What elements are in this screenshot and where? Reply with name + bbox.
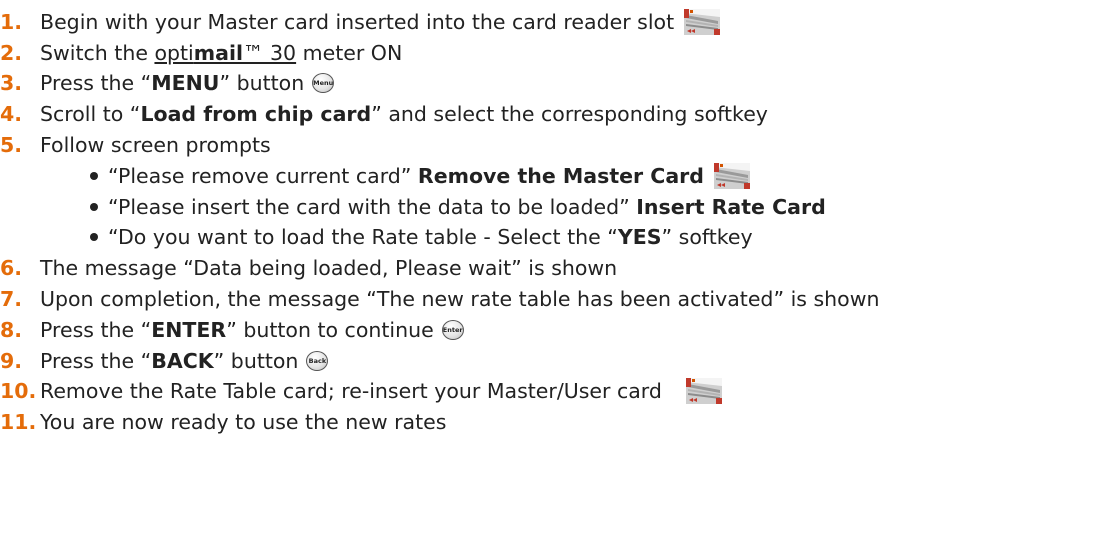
step-11: 11. You are now ready to use the new rat…: [0, 407, 446, 437]
step-key-label: MENU: [151, 71, 220, 95]
step-key-label: ENTER: [151, 318, 227, 342]
product-name: optimail™ 30: [154, 41, 296, 65]
enter-button-icon: Enter: [441, 320, 464, 340]
product-name-prefix: opti: [154, 41, 194, 65]
step-text: Press the “: [40, 318, 152, 342]
step-text: Scroll to “: [40, 102, 141, 126]
step-text: Upon completion, the message “The new ra…: [40, 287, 880, 311]
step-text: Follow screen prompts: [40, 133, 271, 157]
step-text: The message “Data being loaded, Please w…: [40, 256, 618, 280]
back-button-icon: Back: [306, 351, 329, 371]
prompt-action: Remove the Master Card: [417, 164, 704, 188]
prompt-text: “Please remove current card”: [108, 164, 418, 188]
step-number: 2.: [0, 41, 23, 65]
step-1: 1. Begin with your Master card inserted …: [0, 7, 720, 37]
card-icon: [686, 378, 722, 404]
step-number: 4.: [0, 102, 23, 126]
step-number: 7.: [0, 287, 23, 311]
step-number: 11.: [0, 410, 37, 434]
prompt-3: “Do you want to load the Rate table - Se…: [90, 222, 753, 252]
menu-button-icon: Menu: [312, 73, 335, 93]
step-text: You are now ready to use the new rates: [40, 410, 447, 434]
prompt-1: “Please remove current card” Remove the …: [90, 161, 750, 191]
bullet: [90, 233, 98, 241]
step-text: Press the “: [40, 349, 152, 373]
step-text-end: ” and select the corresponding softkey: [371, 102, 768, 126]
step-text-end: ” button to continue: [226, 318, 434, 342]
step-2: 2. Switch the optimail™ 30 meter ON: [0, 38, 402, 68]
prompt-2: “Please insert the card with the data to…: [90, 192, 826, 222]
step-text-end: ” button: [219, 71, 305, 95]
step-7: 7. Upon completion, the message “The new…: [0, 284, 879, 314]
step-key-label: Load from chip card: [140, 102, 372, 126]
step-number: 10.: [0, 379, 37, 403]
step-6: 6. The message “Data being loaded, Pleas…: [0, 253, 617, 283]
card-icon: [714, 163, 750, 189]
step-text: Remove the Rate Table card; re-insert yo…: [40, 379, 662, 403]
bullet: [90, 203, 98, 211]
prompt-text: “Do you want to load the Rate table - Se…: [108, 225, 618, 249]
prompt-text: “Please insert the card with the data to…: [108, 195, 637, 219]
instructions-document: 1. Begin with your Master card inserted …: [0, 0, 1118, 548]
step-text-end: meter ON: [296, 41, 403, 65]
prompt-action: Insert Rate Card: [636, 195, 826, 219]
step-9: 9. Press the “BACK” button Back: [0, 346, 329, 376]
step-text: Press the “: [40, 71, 152, 95]
step-number: 8.: [0, 318, 23, 342]
step-4: 4. Scroll to “Load from chip card” and s…: [0, 99, 768, 129]
step-8: 8. Press the “ENTER” button to continue …: [0, 315, 464, 345]
step-number: 6.: [0, 256, 23, 280]
product-name-bold: mail: [193, 41, 243, 65]
step-3: 3. Press the “MENU” button Menu: [0, 68, 335, 98]
step-key-label: BACK: [151, 349, 214, 373]
step-10: 10. Remove the Rate Table card; re-inser…: [0, 376, 722, 406]
step-number: 5.: [0, 133, 23, 157]
bullet: [90, 172, 98, 180]
step-text-end: ” button: [213, 349, 299, 373]
card-icon: [684, 9, 720, 35]
step-5: 5. Follow screen prompts: [0, 130, 271, 160]
step-number: 3.: [0, 71, 23, 95]
prompt-action: YES: [617, 225, 662, 249]
step-text: Switch the: [40, 41, 155, 65]
prompt-text-end: ” softkey: [661, 225, 753, 249]
step-number: 1.: [0, 10, 23, 34]
product-name-suffix: ™ 30: [243, 41, 297, 65]
step-number: 9.: [0, 349, 23, 373]
step-text: Begin with your Master card inserted int…: [40, 10, 675, 34]
